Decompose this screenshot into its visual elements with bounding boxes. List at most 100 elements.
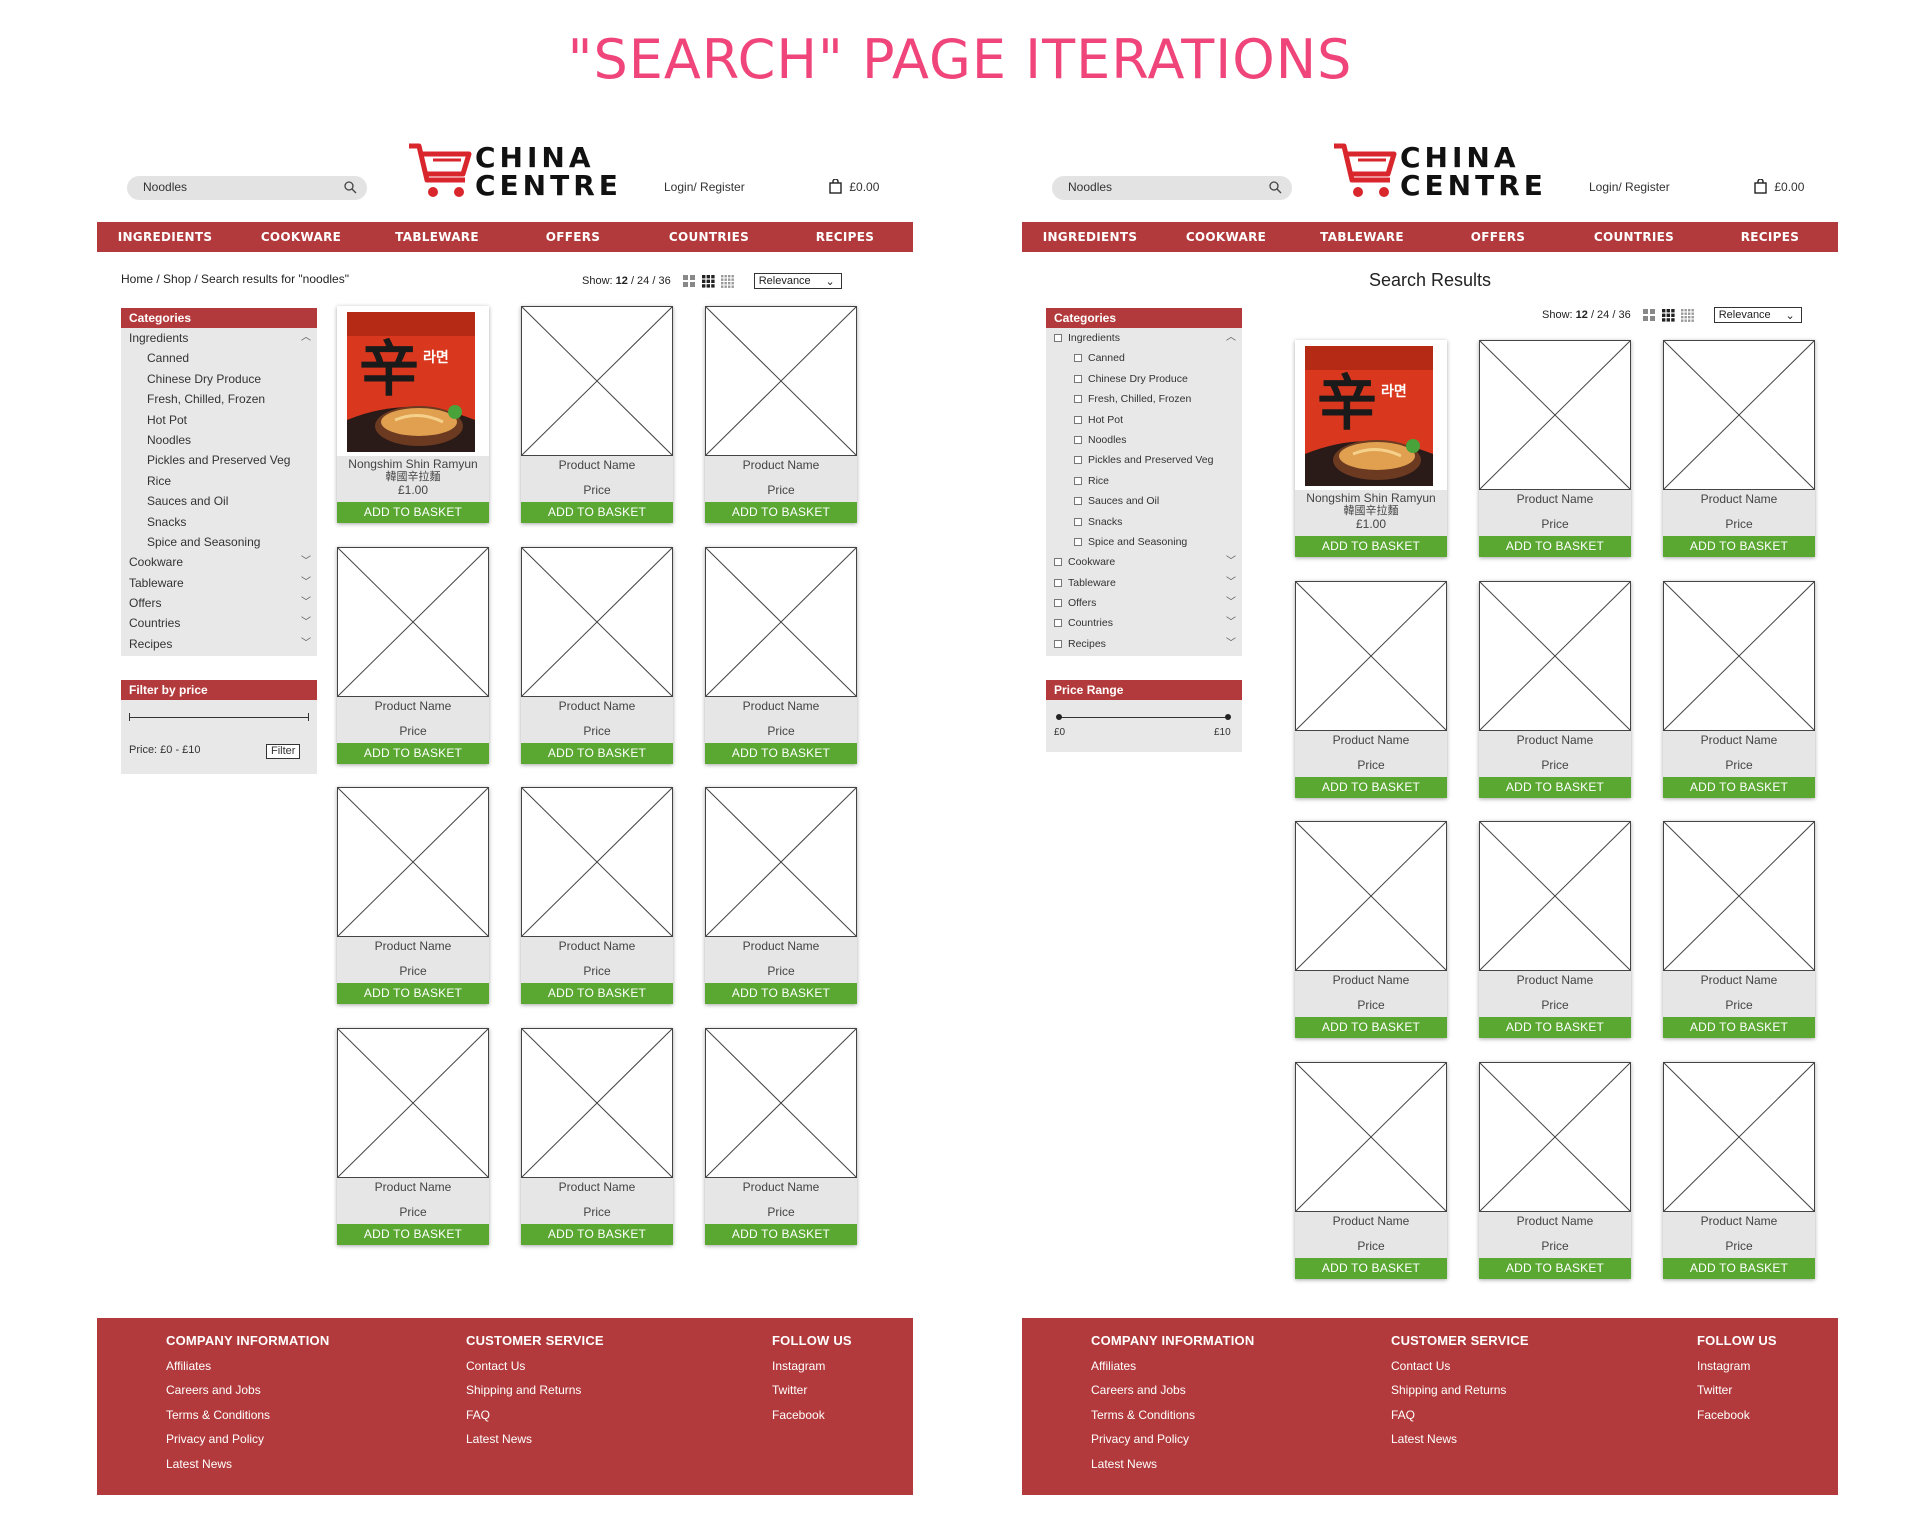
product-card[interactable]: Product Name Price ADD TO BASKET: [704, 546, 858, 764]
product-card[interactable]: Product Name Price ADD TO BASKET: [1294, 1061, 1448, 1279]
product-card[interactable]: Product Name Price ADD TO BASKET: [1662, 820, 1816, 1038]
footer-link-news[interactable]: Latest News: [466, 1431, 604, 1455]
add-to-basket-button[interactable]: ADD TO BASKET: [1479, 1017, 1631, 1038]
add-to-basket-button[interactable]: ADD TO BASKET: [337, 742, 489, 764]
add-to-basket-button[interactable]: ADD TO BASKET: [1479, 536, 1631, 557]
price-range-slider[interactable]: [1058, 717, 1228, 718]
search-input[interactable]: Noodles: [127, 176, 367, 200]
checkbox[interactable]: [1054, 578, 1062, 587]
product-card[interactable]: Product Name Price ADD TO BASKET: [336, 1027, 490, 1245]
nav-countries[interactable]: COUNTRIES: [641, 230, 777, 244]
add-to-basket-button[interactable]: ADD TO BASKET: [1295, 776, 1447, 798]
product-image-placeholder[interactable]: [1662, 820, 1816, 972]
category-tableware[interactable]: Tableware ﹀: [121, 573, 317, 593]
product-card[interactable]: Product Name Price ADD TO BASKET: [336, 786, 490, 1004]
product-name[interactable]: Product Name: [521, 1181, 673, 1193]
add-to-basket-button[interactable]: ADD TO BASKET: [337, 1223, 489, 1245]
grid-4-icon[interactable]: [1680, 308, 1694, 322]
login-register-link[interactable]: Login/ Register: [664, 180, 745, 194]
footer-link-careers[interactable]: Careers and Jobs: [166, 1382, 329, 1406]
product-card[interactable]: Product Name Price ADD TO BASKET: [1294, 580, 1448, 798]
add-to-basket-button[interactable]: ADD TO BASKET: [1295, 1257, 1447, 1279]
add-to-basket-button[interactable]: ADD TO BASKET: [521, 502, 673, 523]
grid-3-icon[interactable]: [1661, 308, 1675, 322]
product-image-placeholder[interactable]: [520, 786, 674, 938]
footer-link-facebook[interactable]: Facebook: [1697, 1407, 1777, 1431]
nav-offers[interactable]: OFFERS: [505, 230, 641, 244]
category-ingredients[interactable]: Ingredients ︿: [121, 328, 317, 348]
product-name[interactable]: Product Name: [337, 1181, 489, 1193]
product-card[interactable]: Product Name Price ADD TO BASKET: [704, 786, 858, 1004]
product-image-placeholder[interactable]: [704, 546, 858, 697]
checkbox[interactable]: [1074, 415, 1082, 424]
chevron-down-icon[interactable]: ﹀: [301, 634, 311, 654]
sort-select[interactable]: Relevance ⌄: [753, 273, 842, 289]
add-to-basket-button[interactable]: ADD TO BASKET: [1663, 1257, 1815, 1279]
product-image[interactable]: 辛 라면: [1295, 340, 1447, 490]
category-recipes[interactable]: Recipes ﹀: [121, 634, 317, 654]
add-to-basket-button[interactable]: ADD TO BASKET: [705, 742, 857, 764]
product-name[interactable]: Product Name: [705, 700, 857, 712]
grid-2-icon[interactable]: [682, 274, 696, 288]
product-image-placeholder[interactable]: [1478, 580, 1632, 731]
subcategory-pickles[interactable]: Pickles and Preserved Veg: [121, 450, 317, 470]
subcategory-canned[interactable]: Canned: [1046, 348, 1242, 368]
product-name[interactable]: Product Name: [1295, 734, 1447, 746]
subcategory-sauces-oil[interactable]: Sauces and Oil: [1046, 491, 1242, 511]
nav-tableware[interactable]: TABLEWARE: [369, 230, 505, 244]
search-icon[interactable]: [1268, 180, 1282, 194]
product-image-placeholder[interactable]: [520, 546, 674, 697]
subcategory-chinese-dry-produce[interactable]: Chinese Dry Produce: [121, 369, 317, 389]
subcategory-noodles[interactable]: Noodles: [121, 430, 317, 450]
product-card[interactable]: Product Name Price ADD TO BASKET: [520, 786, 674, 1004]
footer-link-latest-news[interactable]: Latest News: [1091, 1456, 1254, 1480]
product-name[interactable]: Product Name: [705, 1181, 857, 1193]
product-name[interactable]: Product Name: [521, 940, 673, 952]
product-image-placeholder[interactable]: [336, 786, 490, 938]
category-ingredients[interactable]: Ingredients ︿: [1046, 328, 1242, 348]
footer-link-facebook[interactable]: Facebook: [772, 1407, 852, 1431]
nav-countries[interactable]: COUNTRIES: [1566, 230, 1702, 244]
product-image-placeholder[interactable]: [1294, 1061, 1448, 1212]
footer-link-shipping[interactable]: Shipping and Returns: [1391, 1382, 1529, 1406]
cart-button[interactable]: £0.00: [1754, 178, 1804, 194]
grid-4-icon[interactable]: [720, 274, 734, 288]
checkbox[interactable]: [1074, 374, 1082, 383]
product-card[interactable]: Product Name Price ADD TO BASKET: [1662, 339, 1816, 557]
product-name[interactable]: Product Name: [1663, 974, 1815, 986]
product-image-placeholder[interactable]: [704, 305, 858, 457]
subcategory-noodles[interactable]: Noodles: [1046, 430, 1242, 450]
chevron-up-icon[interactable]: ︿: [301, 328, 311, 348]
add-to-basket-button[interactable]: ADD TO BASKET: [1663, 776, 1815, 798]
add-to-basket-button[interactable]: ADD TO BASKET: [705, 983, 857, 1004]
footer-link-terms[interactable]: Terms & Conditions: [166, 1407, 329, 1431]
show-count-control[interactable]: Show: 12 / 24 / 36: [582, 275, 671, 287]
checkbox[interactable]: [1054, 639, 1062, 648]
product-card[interactable]: Product Name Price ADD TO BASKET: [1662, 580, 1816, 798]
add-to-basket-button[interactable]: ADD TO BASKET: [521, 983, 673, 1004]
login-register-link[interactable]: Login/ Register: [1589, 180, 1670, 194]
show-selected[interactable]: 12: [616, 275, 628, 287]
chevron-up-icon[interactable]: ︿: [1226, 328, 1236, 348]
product-image-placeholder[interactable]: [1662, 580, 1816, 731]
checkbox[interactable]: [1074, 435, 1082, 444]
add-to-basket-button[interactable]: ADD TO BASKET: [1479, 1257, 1631, 1279]
nav-cookware[interactable]: COOKWARE: [233, 230, 369, 244]
category-tableware[interactable]: Tableware ﹀: [1046, 573, 1242, 593]
nav-offers[interactable]: OFFERS: [1430, 230, 1566, 244]
subcategory-sauces-oil[interactable]: Sauces and Oil: [121, 491, 317, 511]
footer-link-affiliates[interactable]: Affiliates: [1091, 1358, 1254, 1382]
product-card[interactable]: Product Name Price ADD TO BASKET: [520, 305, 674, 523]
add-to-basket-button[interactable]: ADD TO BASKET: [1663, 536, 1815, 557]
add-to-basket-button[interactable]: ADD TO BASKET: [337, 983, 489, 1004]
price-slider[interactable]: [129, 717, 309, 718]
nav-cookware[interactable]: COOKWARE: [1158, 230, 1294, 244]
subcategory-fresh-chilled-frozen[interactable]: Fresh, Chilled, Frozen: [1046, 389, 1242, 409]
footer-link-privacy[interactable]: Privacy and Policy: [166, 1431, 329, 1455]
add-to-basket-button[interactable]: ADD TO BASKET: [521, 1223, 673, 1245]
footer-link-terms[interactable]: Terms & Conditions: [1091, 1407, 1254, 1431]
chevron-down-icon[interactable]: ﹀: [1226, 593, 1236, 613]
show-count-control[interactable]: Show: 12 / 24 / 36: [1542, 309, 1631, 321]
subcategory-spice-seasoning[interactable]: Spice and Seasoning: [1046, 532, 1242, 552]
product-image-placeholder[interactable]: [704, 786, 858, 938]
